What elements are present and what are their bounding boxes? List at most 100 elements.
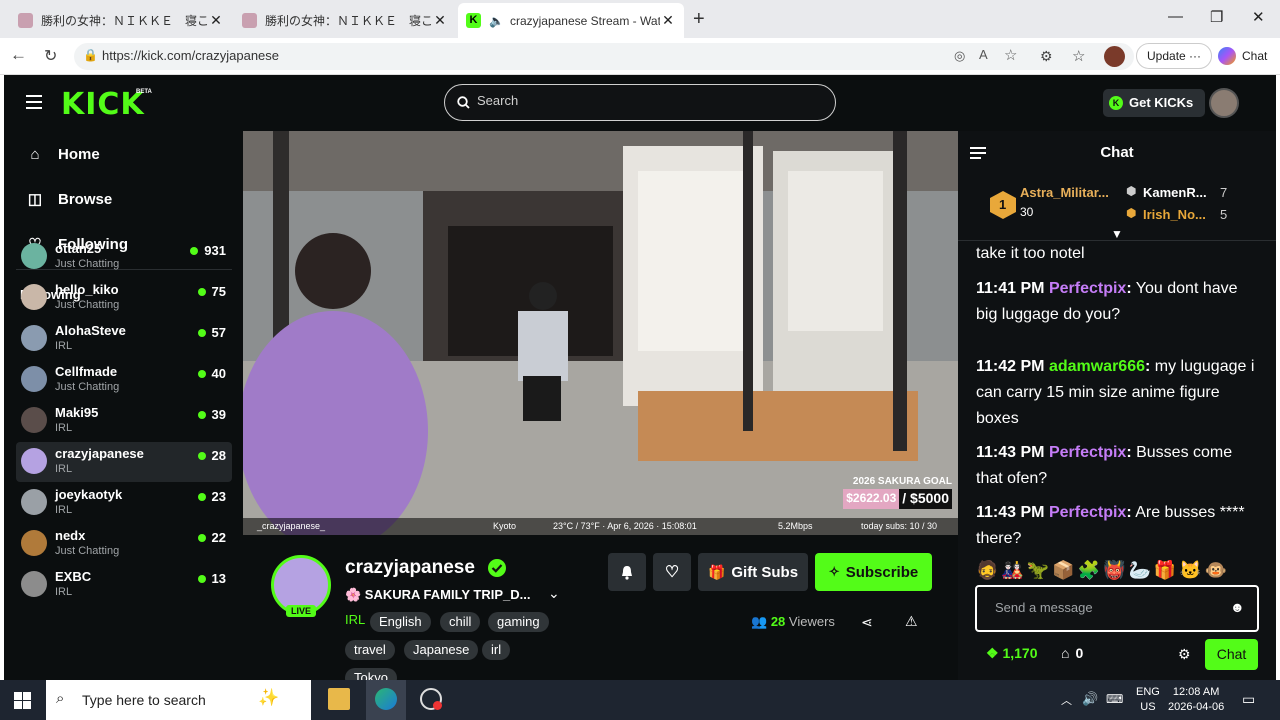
notification-bell-button[interactable] [608, 553, 646, 591]
tag-chip[interactable]: chill [440, 612, 481, 632]
favorites-icon[interactable]: ☆ [1072, 47, 1085, 65]
following-channel-item[interactable]: AlohaSteve IRL 57 [16, 319, 232, 359]
refresh-icon[interactable]: ↻ [44, 46, 57, 66]
send-chat-button[interactable]: Chat [1205, 639, 1258, 670]
following-channel-item[interactable]: joeykaotyk IRL 23 [16, 483, 232, 523]
update-label: Update [1147, 49, 1186, 63]
message-username[interactable]: Perfectpix [1049, 280, 1126, 297]
tab-title: 勝利の女神：ＮＩＫＫＥ 寝ころび [41, 13, 208, 28]
taskbar-app-active[interactable] [366, 680, 406, 720]
subscribe-label: Subscribe [845, 563, 919, 581]
new-tab-icon[interactable]: + [693, 8, 705, 31]
following-channel-item[interactable]: crazyjapanese IRL 28 [16, 442, 232, 482]
search-input[interactable] [477, 93, 817, 108]
channel-points[interactable]: ❖ 1,170 [986, 645, 1038, 662]
file-explorer-icon[interactable] [328, 688, 350, 710]
gift-subs-button[interactable]: 🎁 Gift Subs [698, 553, 808, 591]
windows-start-icon[interactable] [14, 692, 31, 709]
copilot-label[interactable]: Chat [1242, 49, 1267, 63]
menu-icon[interactable] [26, 95, 42, 109]
browser-tab[interactable]: 勝利の女神：ＮＩＫＫＥ 寝ころび ✕ [234, 5, 456, 35]
get-kicks-label: Get KICKs [1129, 95, 1194, 110]
get-kicks-button[interactable]: K Get KICKs [1103, 89, 1205, 117]
system-clock[interactable]: 12:08 AM 2026-04-06 [1168, 685, 1224, 715]
close-tab-icon[interactable]: ✕ [432, 12, 448, 29]
stream-category[interactable]: IRL [345, 612, 365, 627]
leader-name[interactable]: Astra_Militar... [1020, 185, 1109, 200]
kick-app: KICK BETA K Get KICKs ⌂ Home ◫ Browse ♡ … [4, 75, 1276, 680]
input-language[interactable]: ENG US [1136, 685, 1160, 715]
viewer-count-number: 13 [211, 571, 226, 586]
window-close-icon[interactable]: ✕ [1252, 8, 1265, 26]
tray-overflow-icon[interactable]: ︿ [1061, 692, 1072, 708]
profile-avatar[interactable] [1104, 46, 1125, 67]
tag-chip[interactable]: Tokyo [345, 668, 397, 680]
following-channel-item[interactable]: EXBC IRL 13 [16, 565, 232, 605]
following-channel-item[interactable]: hello_kiko Just Chatting 75 [16, 278, 232, 318]
browser-tab-active[interactable]: K 🔈 crazyjapanese Stream - Watch ✕ [458, 3, 684, 38]
copilot-icon[interactable] [1218, 47, 1236, 65]
minimize-icon[interactable]: — [1168, 8, 1183, 25]
following-channel-item[interactable]: ottan25 Just Chatting 931 [16, 237, 232, 277]
region-code: US [1140, 701, 1156, 713]
chevron-down-icon[interactable]: ⌄ [548, 585, 560, 602]
tag-chip[interactable]: gaming [488, 612, 549, 632]
expand-leaderboard-icon[interactable]: ▼ [1111, 227, 1123, 241]
channel-name: Cellfmade [55, 364, 118, 379]
overlay-weather: 23°C / 73°F · Apr 6, 2026 · 15:08:01 [553, 521, 697, 531]
message-username[interactable]: Perfectpix [1049, 444, 1126, 461]
message-username[interactable]: adamwar666 [1049, 358, 1145, 375]
chat-settings-gear-icon[interactable]: ⚙ [1178, 646, 1191, 663]
nav-home[interactable]: ⌂ Home [24, 141, 99, 167]
kick-logo[interactable]: KICK [61, 87, 145, 122]
message-username[interactable]: Perfectpix [1049, 504, 1126, 521]
following-channel-item[interactable]: Cellfmade Just Chatting 40 [16, 360, 232, 400]
chat-input[interactable] [995, 600, 1215, 615]
update-button[interactable]: Update ··· [1136, 43, 1213, 69]
leader-name[interactable]: KamenR... [1143, 185, 1207, 200]
tag-chip[interactable]: irl [482, 640, 511, 660]
goal-target: / $5000 [899, 489, 952, 509]
keyboard-icon[interactable]: ⌨ [1106, 692, 1123, 706]
close-tab-icon[interactable]: ✕ [208, 12, 224, 29]
tag-chip[interactable]: travel [345, 640, 395, 660]
following-channel-item[interactable]: Maki95 IRL 39 [16, 401, 232, 441]
obs-icon[interactable] [420, 688, 442, 710]
channel-name: Maki95 [55, 405, 99, 420]
chat-input-box[interactable]: ☻ [975, 585, 1259, 632]
tracking-prevention-icon[interactable]: ◎ [954, 48, 965, 64]
emote-bar[interactable]: 🧔🎎🦖📦🧩👹🦢🎁🐱🐵 [976, 560, 1230, 581]
maximize-icon[interactable]: ❐ [1210, 8, 1223, 26]
hexagon-badge-icon: ⬢ [1126, 206, 1137, 220]
emoji-icon[interactable]: ☻ [1230, 599, 1245, 615]
nav-browse[interactable]: ◫ Browse [24, 186, 112, 212]
viewer-count-number: 75 [211, 284, 226, 299]
following-channel-item[interactable]: nedx Just Chatting 22 [16, 524, 232, 564]
leader-name[interactable]: Irish_No... [1143, 207, 1206, 222]
close-tab-icon[interactable]: ✕ [660, 12, 676, 29]
follow-heart-button[interactable]: ♡ [653, 553, 691, 591]
browser-tab[interactable]: 勝利の女神：ＮＩＫＫＥ 寝ころび ✕ [10, 5, 232, 35]
url-field[interactable]: 🔒 https://kick.com/crazyjapanese ◎ A ☆ [74, 43, 1134, 70]
share-icon[interactable]: ⋖ [861, 614, 873, 631]
read-aloud-icon[interactable]: A [979, 47, 988, 62]
tag-chip[interactable]: English [370, 612, 431, 632]
streamer-name[interactable]: crazyjapanese [345, 557, 475, 579]
report-warning-icon[interactable]: ⚠ [905, 613, 918, 630]
second-points[interactable]: ⌂ 0 [1061, 645, 1083, 661]
clock-time: 12:08 AM [1172, 686, 1220, 698]
tag-chip[interactable]: Japanese [404, 640, 479, 660]
subscribe-button[interactable]: ✧ Subscribe [815, 553, 932, 591]
channel-avatar [21, 407, 47, 433]
taskbar-search[interactable]: ⌕ Type here to search ✨ [46, 680, 311, 720]
speaker-icon[interactable]: 🔈 [489, 14, 504, 28]
favorite-star-icon[interactable]: ☆ [1004, 46, 1017, 64]
notifications-icon[interactable]: ▭ [1242, 691, 1255, 708]
volume-icon[interactable]: 🔊 [1082, 691, 1098, 707]
back-icon[interactable]: ← [10, 45, 27, 65]
video-player[interactable]: 2026 SAKURA GOAL $2622.03 / $5000 _crazy… [243, 131, 958, 535]
channel-avatar [21, 325, 47, 351]
extensions-icon[interactable]: ⚙ [1040, 48, 1053, 65]
search-bar[interactable] [444, 84, 836, 121]
user-avatar[interactable] [1209, 88, 1239, 118]
